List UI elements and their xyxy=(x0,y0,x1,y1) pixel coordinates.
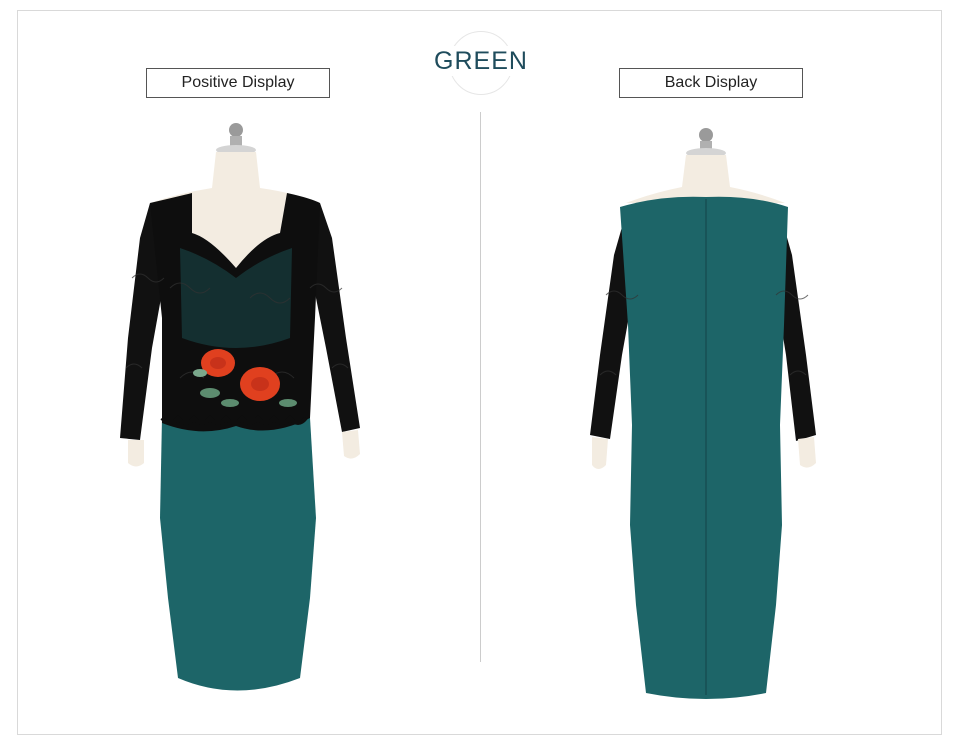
mannequin-knob xyxy=(699,128,713,142)
back-dress-image xyxy=(590,128,816,699)
back-view-label: Back Display xyxy=(619,68,803,98)
front-view-label: Positive Display xyxy=(146,68,330,98)
color-title: GREEN xyxy=(420,46,542,76)
teal-dress-back xyxy=(620,196,788,699)
front-dress-image xyxy=(120,123,360,691)
mannequin-neck xyxy=(626,155,785,203)
teal-skirt xyxy=(160,418,316,691)
center-divider xyxy=(480,112,481,662)
mannequin-knob xyxy=(229,123,243,137)
